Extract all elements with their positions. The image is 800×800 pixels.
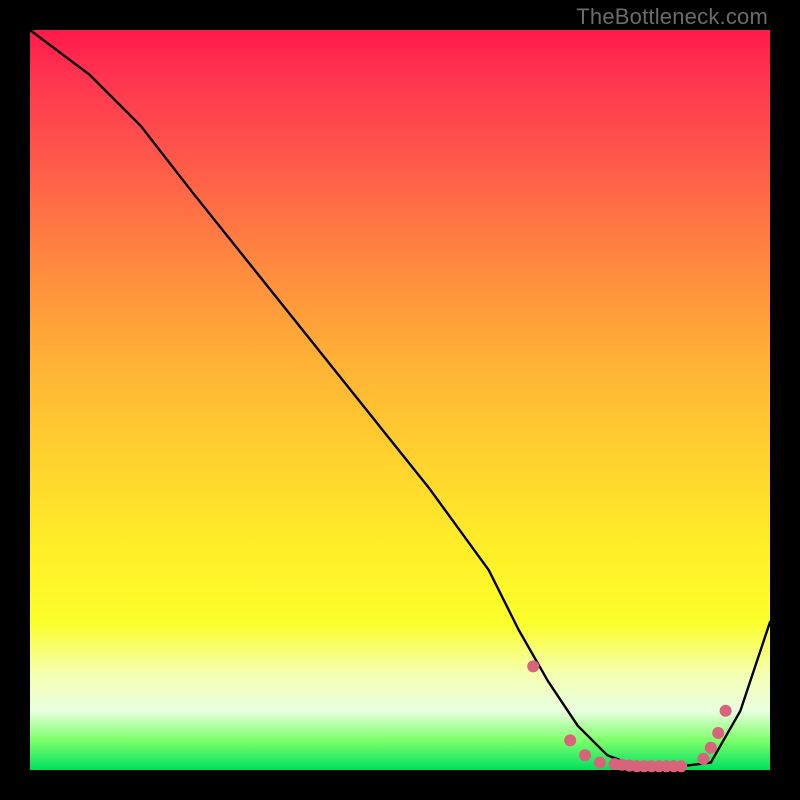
data-marker bbox=[697, 753, 709, 765]
data-marker bbox=[527, 660, 539, 672]
data-marker bbox=[712, 727, 724, 739]
chart-frame: TheBottleneck.com bbox=[0, 0, 800, 800]
watermark-text: TheBottleneck.com bbox=[576, 4, 768, 30]
data-marker bbox=[705, 742, 717, 754]
marker-group bbox=[527, 660, 731, 772]
data-marker bbox=[564, 734, 576, 746]
data-marker bbox=[594, 757, 606, 769]
data-marker bbox=[579, 749, 591, 761]
chart-svg bbox=[30, 30, 770, 770]
data-marker bbox=[720, 705, 732, 717]
curve-line bbox=[30, 30, 770, 766]
data-marker bbox=[675, 760, 687, 772]
plot-area bbox=[30, 30, 770, 770]
